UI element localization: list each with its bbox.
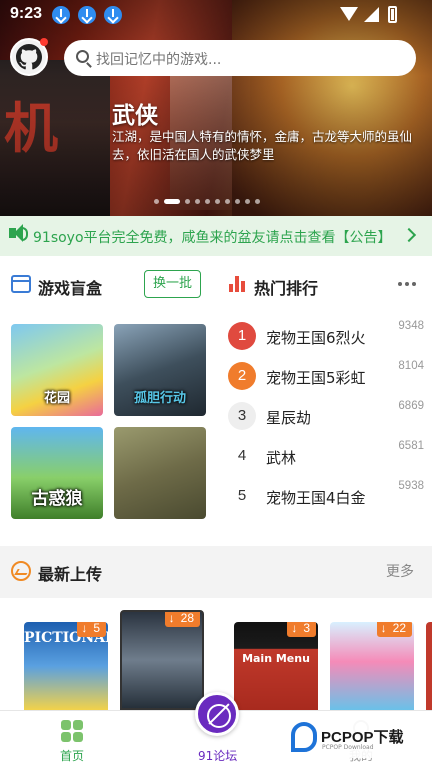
home-icon[interactable] [61,720,83,742]
chevron-right-icon [401,227,417,243]
pagination-dot[interactable] [185,198,190,204]
download-count-badge: 5 [77,622,106,637]
download-count-badge: 28 [164,612,200,627]
download-notification-icon [52,6,70,24]
rank-count: 5938 [398,480,424,492]
signal-icon [364,7,379,22]
rank-number: 1 [228,322,256,350]
blind-box-game-1[interactable]: 花园 [11,324,103,416]
status-bar: 9:23 [0,0,432,30]
rank-number: 2 [228,362,256,390]
refresh-batch-button[interactable]: 换一批 [144,270,201,298]
pagination-dot[interactable] [235,198,240,204]
battery-icon [388,6,397,23]
pagination-dot[interactable] [164,198,180,204]
pagination-dot[interactable] [245,198,250,204]
rank-game-name: 宠物王国5彩虹 [266,369,366,387]
blind-box-title: 游戏盲盒 [38,279,103,298]
forum-button[interactable] [195,692,239,736]
speaker-icon [9,224,23,242]
search-placeholder[interactable]: 找回记忆中的游戏... [96,49,221,69]
latest-game-3[interactable]: Main Menu 3 [234,622,318,710]
rank-row[interactable]: 3 星辰劫 6869 [228,400,424,432]
latest-game-5-partial[interactable] [426,622,432,710]
status-time: 9:23 [10,5,43,22]
rank-count: 8104 [398,360,424,372]
announcement-bar[interactable]: 91soyo平台完全免费，咸鱼来的盆友请点击查看【公告】 [0,216,432,256]
nav-home-label[interactable]: 首页 [60,747,84,764]
rank-game-name: 宠物王国6烈火 [266,329,366,347]
rank-row[interactable]: 5 宠物王国4白金 5938 [228,480,424,512]
pcpop-logo-icon [291,722,317,752]
search-bar[interactable]: 找回记忆中的游戏... [64,40,416,76]
blind-box-game-2[interactable]: 孤胆行动 [114,324,206,416]
rank-chart-icon [229,276,247,292]
pcpop-watermark: PCPOP下载 PCPOP Download [291,720,429,758]
hero-banner[interactable]: 机 [0,0,432,216]
rank-number: 5 [237,487,247,504]
latest-game-2[interactable]: 28 [120,610,204,710]
notification-dot [40,38,48,46]
download-notification-icon [78,6,96,24]
banner-title: 武侠 [112,103,158,129]
latest-game-1[interactable]: PICTIONARY 5 [24,622,108,710]
rank-count: 6869 [398,400,424,412]
pagination-dot[interactable] [225,198,230,204]
download-count-badge: 22 [376,622,412,637]
blind-box-game-4[interactable] [114,427,206,519]
wifi-icon [340,7,358,21]
rank-game-name: 宠物王国4白金 [266,489,366,507]
github-icon [16,44,42,70]
rank-row[interactable]: 4 武林 6581 [228,440,424,472]
download-notification-icon [104,6,122,24]
banner-pagination[interactable] [154,198,260,204]
rank-game-name: 武林 [266,449,297,467]
trend-icon [11,561,31,581]
box-icon [11,275,31,293]
latest-game-4[interactable]: 22 [330,622,414,710]
rank-count: 6581 [398,440,424,452]
rank-number: 3 [228,402,256,430]
hot-rank-title: 热门排行 [254,279,319,298]
banner-description: 江湖，是中国人特有的情怀，金庸，古龙等大师的虽仙去，依旧活在国人的武侠梦里 [112,129,413,162]
blind-box-game-3[interactable]: 古惑狼 [11,427,103,519]
pagination-dot[interactable] [255,198,260,204]
rank-number: 4 [237,447,247,464]
pagination-dot[interactable] [195,198,200,204]
rank-row[interactable]: 1 宠物王国6烈火 9348 [228,320,424,352]
rank-count: 9348 [398,320,424,332]
rank-game-name: 星辰劫 [266,409,312,427]
pagination-dot[interactable] [205,198,210,204]
search-icon [76,50,89,63]
latest-uploads-title: 最新上传 [38,565,103,584]
pagination-dot[interactable] [215,198,220,204]
pagination-dot[interactable] [154,198,159,204]
more-link[interactable]: 更多 [386,561,414,581]
rank-row[interactable]: 2 宠物王国5彩虹 8104 [228,360,424,392]
nav-forum-label[interactable]: 91论坛 [198,747,237,764]
more-options-icon[interactable] [398,282,416,286]
download-count-badge: 3 [287,622,316,637]
announcement-text: 91soyo平台完全免费，咸鱼来的盆友请点击查看【公告】 [33,230,392,246]
